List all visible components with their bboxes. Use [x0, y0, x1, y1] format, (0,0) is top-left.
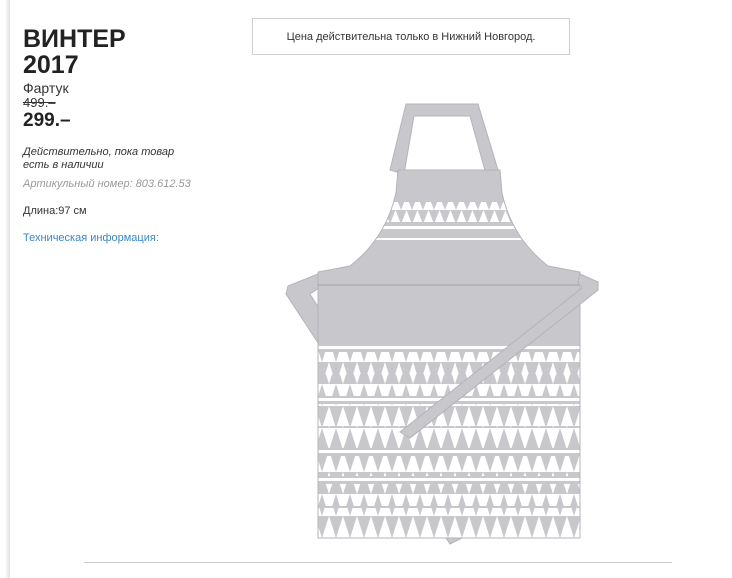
popup-shadow — [5, 0, 10, 578]
article-number: Артикульный номер: 803.612.53 — [23, 178, 198, 191]
article-label: Артикульный номер: — [23, 178, 133, 190]
product-name-line-2: 2017 — [23, 51, 79, 79]
article-value: 803.612.53 — [135, 178, 191, 190]
product-type: Фартук — [23, 80, 69, 96]
product-length: Длина:97 см — [23, 205, 87, 217]
product-name-line-1: ВИНТЕР — [23, 25, 126, 53]
apron-product-image — [285, 103, 599, 545]
bottom-divider — [84, 562, 672, 563]
price-validity-note: Действительно, пока товар есть в наличии — [23, 146, 175, 171]
technical-info-link[interactable]: Техническая информация: — [23, 232, 198, 245]
product-info-panel: ВИНТЕР 2017 Фартук 499.– 299.– Действите… — [23, 26, 198, 245]
underlying-page-edge — [0, 0, 10, 578]
neck-strap — [389, 103, 499, 175]
old-price: 499.– — [23, 95, 56, 110]
product-name: ВИНТЕР 2017 — [23, 26, 198, 78]
price-region-notice: Цена действительна только в Нижний Новго… — [252, 18, 570, 55]
current-price: 299.– — [23, 110, 71, 131]
